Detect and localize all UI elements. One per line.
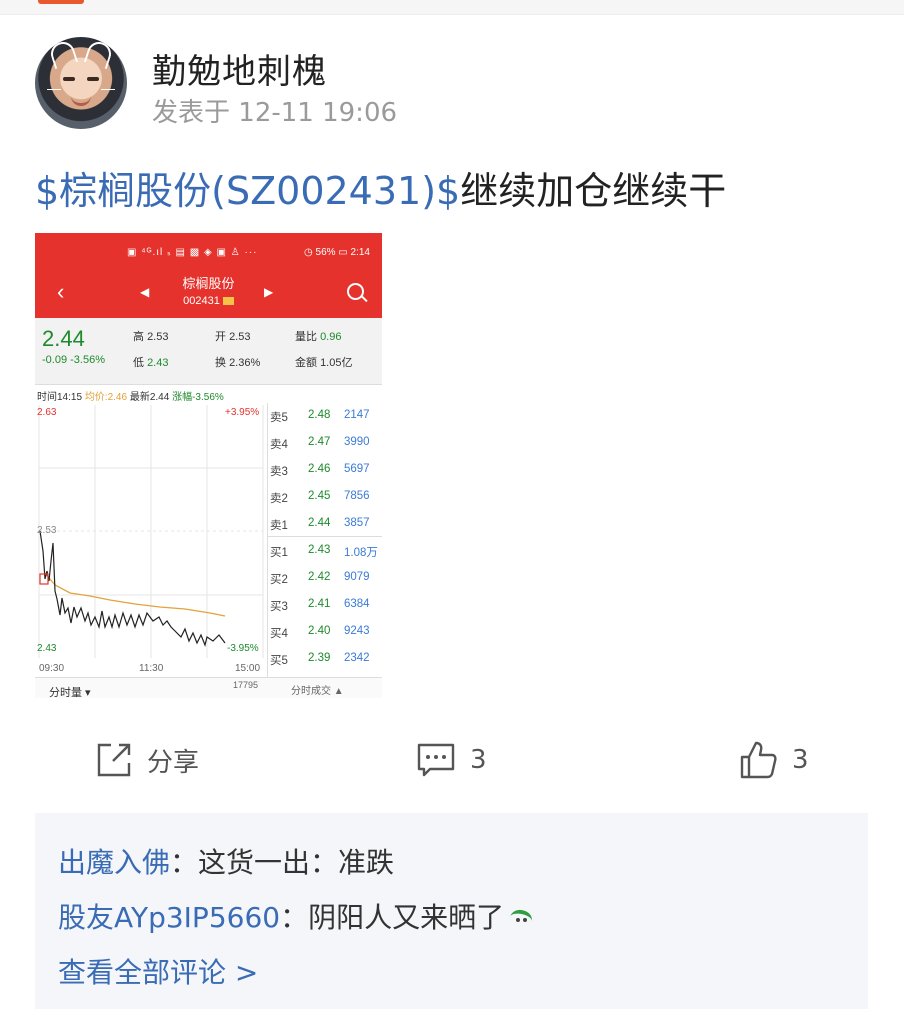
- share-label: 分享: [147, 747, 200, 778]
- comment-text: 这货一出：准跌: [198, 846, 395, 879]
- top-badge: [38, 0, 84, 4]
- app-header: ▣ ⁴ᴳ.ıl ₛ ▤ ▩ ◈ ▣ ♙ ··· ◷ 56% ▭ 2:14 ‹ ◀…: [35, 233, 382, 318]
- username[interactable]: 勤勉地刺槐: [152, 44, 327, 93]
- avatar[interactable]: [35, 37, 127, 129]
- shot-stock-name: 棕榈股份: [182, 276, 235, 291]
- cat-ear-left: [47, 38, 79, 70]
- chart-info-line: 时间14:15 均价:2.46 最新2.44 涨幅-3.56%: [37, 392, 224, 403]
- current-price: 2.44: [42, 326, 85, 351]
- status-icons: ▣ ⁴ᴳ.ıl ₛ ▤ ▩ ◈ ▣ ♙ ···: [127, 247, 258, 258]
- post-body-text: 继续加仓继续干: [460, 169, 727, 213]
- like-button[interactable]: 3: [738, 738, 809, 782]
- ob-row: 卖1 2.44 3857: [270, 517, 370, 532]
- cat-ear-right: [83, 38, 115, 70]
- search-icon: [347, 283, 364, 300]
- time-axis-end: 15:00: [235, 663, 261, 674]
- price-change: -0.09 -3.56%: [42, 354, 105, 366]
- chart-max-pct: +3.95%: [225, 407, 260, 418]
- time-value: 12-11 19:06: [238, 98, 398, 128]
- chart-bottom-strip: 分时量 ▾ 17795 分时成交 ▲: [35, 677, 382, 698]
- order-book: 卖5 2.48 2147 卖4 2.47 3990 卖3 2.46 5697 卖2 2.45 7…: [267, 403, 382, 683]
- status-battery-time: ◷ 56% ▭ 2:14: [304, 247, 370, 258]
- vol-ratio-quote: 量比 0.96: [295, 331, 342, 343]
- ob-row: 买4 2.40 9243: [270, 625, 370, 640]
- volume-total: 17795: [233, 680, 259, 690]
- comment-author[interactable]: 出魔入佛: [58, 846, 170, 879]
- post-time: 发表于 12-11 19:06: [152, 92, 397, 129]
- comment-author[interactable]: 股友AYp3IP5660: [58, 901, 280, 934]
- amount-quote: 金额 1.05亿: [295, 357, 353, 369]
- comment-button[interactable]: 3: [416, 738, 487, 782]
- comment-icon: [417, 743, 455, 777]
- high-quote: 高 2.53: [133, 331, 169, 343]
- comment-separator: ：: [280, 901, 309, 934]
- ob-row: 买3 2.41 6384: [270, 598, 370, 613]
- time-prefix: 发表于: [152, 98, 231, 128]
- ob-row: 卖2 2.45 7856: [270, 490, 370, 505]
- mouth: [71, 95, 91, 106]
- eye-left: [63, 77, 75, 81]
- chart-mid-label: 2.53: [37, 525, 57, 536]
- quote-panel: 2.44 -0.09 -3.56% 高 2.53 开 2.53 量比 0.96 …: [35, 318, 382, 385]
- comment-count: 3: [470, 745, 487, 775]
- post-content: $棕榈股份(SZ002431)$继续加仓继续干: [35, 160, 726, 215]
- tab-intraday-trades: 分时成交 ▲: [291, 686, 344, 697]
- top-separator: [0, 0, 904, 15]
- ob-row: 买1 2.43 1.08万: [270, 544, 378, 559]
- tab-fenshi-volume: 分时量 ▾: [49, 687, 91, 698]
- emoji-icon: [508, 908, 536, 930]
- post-image[interactable]: ▣ ⁴ᴳ.ıl ₛ ▤ ▩ ◈ ▣ ♙ ··· ◷ 56% ▭ 2:14 ‹ ◀…: [35, 233, 382, 698]
- shot-stock-code: 002431: [35, 295, 382, 307]
- next-stock-icon: ▶: [264, 285, 274, 299]
- chart-min-pct: -3.95%: [227, 643, 259, 654]
- comment-separator: ：: [170, 846, 199, 879]
- ob-divider: [268, 536, 382, 537]
- stock-link[interactable]: $棕榈股份(SZ002431)$: [35, 169, 460, 213]
- comment-item[interactable]: 股友AYp3IP5660：阴阳人又来晒了: [58, 896, 536, 936]
- share-button[interactable]: 分享: [95, 738, 199, 782]
- intraday-chart: [38, 405, 264, 658]
- time-axis-mid: 11:30: [139, 663, 164, 674]
- whisker-right: [101, 89, 115, 90]
- comment-item[interactable]: 出魔入佛：这货一出：准跌: [58, 841, 394, 881]
- chart-min-label: 2.43: [37, 643, 57, 654]
- turnover-quote: 换 2.36%: [215, 357, 261, 369]
- open-quote: 开 2.53: [215, 331, 251, 343]
- low-quote: 低 2.43: [133, 357, 169, 369]
- thumbs-up-icon: [740, 741, 777, 779]
- comments-section: 出魔入佛：这货一出：准跌 股友AYp3IP5660：阴阳人又来晒了 查看全部评论…: [35, 813, 868, 1009]
- ob-row: 卖5 2.48 2147: [270, 409, 370, 424]
- whisker-left: [47, 89, 61, 90]
- ob-row: 买5 2.39 2342: [270, 652, 370, 667]
- share-icon: [97, 743, 131, 777]
- time-axis-start: 09:30: [39, 663, 65, 674]
- view-all-comments-link[interactable]: 查看全部评论 >: [58, 951, 258, 991]
- comment-text: 阴阳人又来晒了: [308, 901, 505, 934]
- eye-right: [87, 77, 99, 81]
- chart-max-label: 2.63: [37, 407, 57, 418]
- ob-row: 买2 2.42 9079: [270, 571, 370, 586]
- ob-row: 卖3 2.46 5697: [270, 463, 370, 478]
- like-count: 3: [792, 745, 809, 775]
- ob-row: 卖4 2.47 3990: [270, 436, 370, 451]
